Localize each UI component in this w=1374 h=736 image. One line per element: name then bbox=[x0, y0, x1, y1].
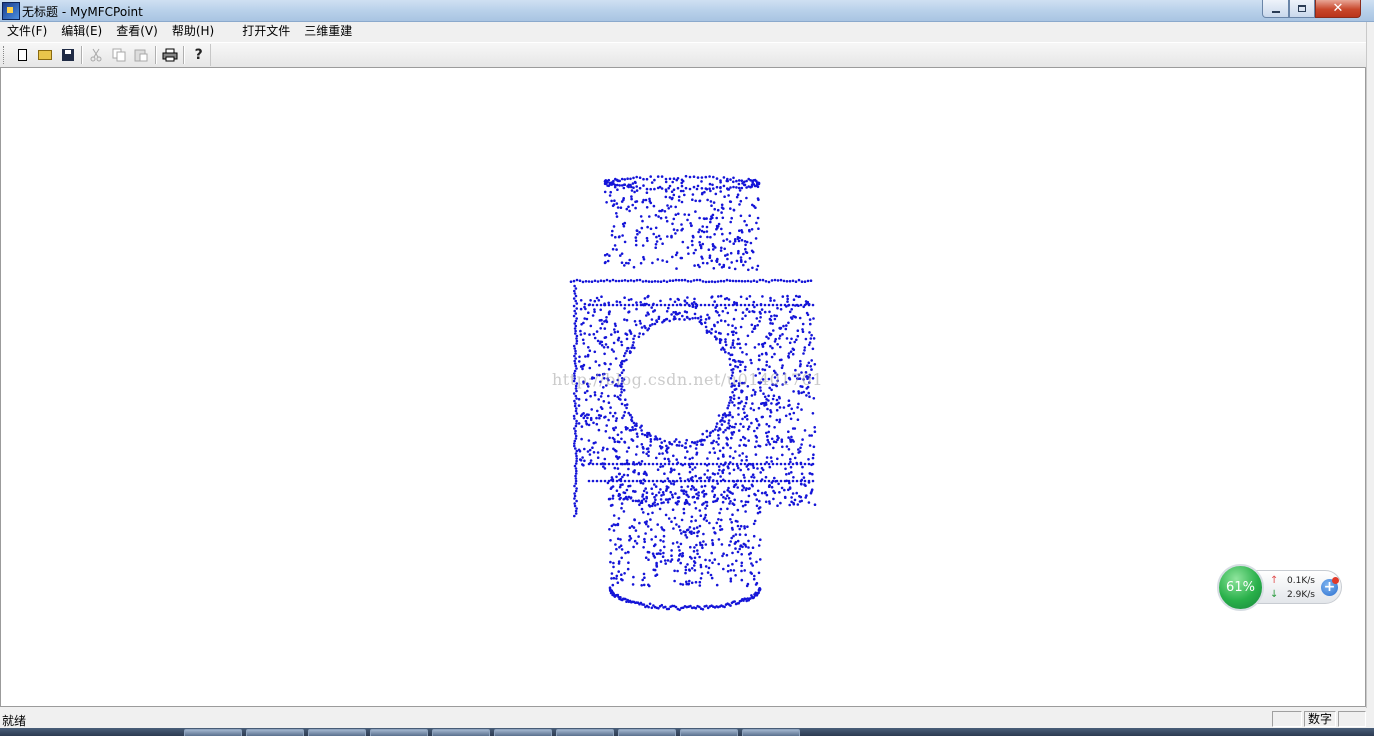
save-button[interactable] bbox=[56, 44, 79, 66]
notification-dot bbox=[1332, 577, 1339, 584]
new-button[interactable] bbox=[11, 44, 34, 66]
upload-speed: 0.1K/s bbox=[1287, 576, 1315, 586]
status-pane-scrl bbox=[1338, 711, 1366, 727]
menu-open-file[interactable]: 打开文件 bbox=[235, 22, 297, 41]
taskbar-button[interactable] bbox=[246, 729, 304, 736]
toolbar: ? bbox=[0, 42, 1374, 68]
app-icon[interactable] bbox=[2, 2, 20, 20]
menu-file[interactable]: 文件(F) bbox=[0, 22, 54, 41]
cut-icon bbox=[90, 48, 102, 62]
download-speed: 2.9K/s bbox=[1287, 590, 1315, 600]
taskbar-button[interactable] bbox=[680, 729, 738, 736]
taskbar-button[interactable] bbox=[618, 729, 676, 736]
menu-view[interactable]: 查看(V) bbox=[109, 22, 165, 41]
network-monitor[interactable]: 61% ↑ 0.1K/s ↓ 2.9K/s + bbox=[1217, 564, 1343, 611]
open-icon bbox=[37, 50, 52, 60]
status-pane-num: 数字 bbox=[1304, 711, 1336, 727]
toolbar-separator bbox=[154, 46, 157, 64]
taskbar-button[interactable] bbox=[370, 729, 428, 736]
toolbar-separator bbox=[80, 46, 83, 64]
copy-button[interactable] bbox=[107, 44, 130, 66]
restore-button[interactable] bbox=[1289, 0, 1315, 18]
paste-button[interactable] bbox=[130, 44, 153, 66]
menu-bar: 文件(F) 编辑(E) 查看(V) 帮助(H) 打开文件 三维重建 bbox=[0, 22, 1374, 41]
help-icon: ? bbox=[194, 47, 203, 63]
restore-icon bbox=[1298, 5, 1306, 12]
help-button[interactable]: ? bbox=[187, 44, 210, 66]
toolbar-buttons: ? bbox=[0, 44, 211, 66]
menu-3d-reconstruct[interactable]: 三维重建 bbox=[297, 22, 359, 41]
menu-edit[interactable]: 编辑(E) bbox=[54, 22, 109, 41]
window-border bbox=[1366, 22, 1374, 708]
paste-icon bbox=[134, 49, 148, 62]
taskbar-button[interactable] bbox=[308, 729, 366, 736]
print-icon bbox=[162, 48, 178, 62]
taskbar-button[interactable] bbox=[742, 729, 800, 736]
view-canvas[interactable]: http://blog.csdn.net/u01401701 bbox=[0, 67, 1366, 707]
close-icon: ✕ bbox=[1332, 1, 1344, 16]
taskbar bbox=[0, 728, 1374, 736]
network-usage-ball[interactable]: 61% bbox=[1217, 564, 1264, 611]
download-arrow-icon: ↓ bbox=[1270, 589, 1279, 600]
menu-help[interactable]: 帮助(H) bbox=[165, 22, 221, 41]
status-bar: 就绪 数字 bbox=[0, 708, 1374, 728]
minimize-button[interactable] bbox=[1262, 0, 1289, 18]
toolbar-separator bbox=[183, 46, 186, 64]
taskbar-button[interactable] bbox=[494, 729, 552, 736]
print-button[interactable] bbox=[159, 44, 182, 66]
close-button[interactable]: ✕ bbox=[1315, 0, 1361, 18]
status-pane-cap bbox=[1272, 711, 1302, 727]
taskbar-button[interactable] bbox=[556, 729, 614, 736]
save-icon bbox=[61, 49, 74, 61]
cut-button[interactable] bbox=[85, 44, 108, 66]
status-text: 就绪 bbox=[2, 714, 27, 728]
watermark: http://blog.csdn.net/u01401701 bbox=[552, 370, 824, 389]
window-title: 无标题 - MyMFCPoint bbox=[22, 5, 143, 19]
copy-icon bbox=[112, 48, 126, 62]
taskbar-button[interactable] bbox=[432, 729, 490, 736]
minimize-icon bbox=[1271, 10, 1280, 13]
upload-arrow-icon: ↑ bbox=[1270, 575, 1279, 586]
new-icon bbox=[17, 49, 27, 61]
title-bar[interactable]: 无标题 - MyMFCPoint ✕ bbox=[0, 0, 1374, 22]
open-button[interactable] bbox=[34, 44, 57, 66]
toolbar-grip[interactable] bbox=[3, 46, 8, 64]
taskbar-button[interactable] bbox=[184, 729, 242, 736]
network-percent: 61% bbox=[1226, 580, 1255, 595]
